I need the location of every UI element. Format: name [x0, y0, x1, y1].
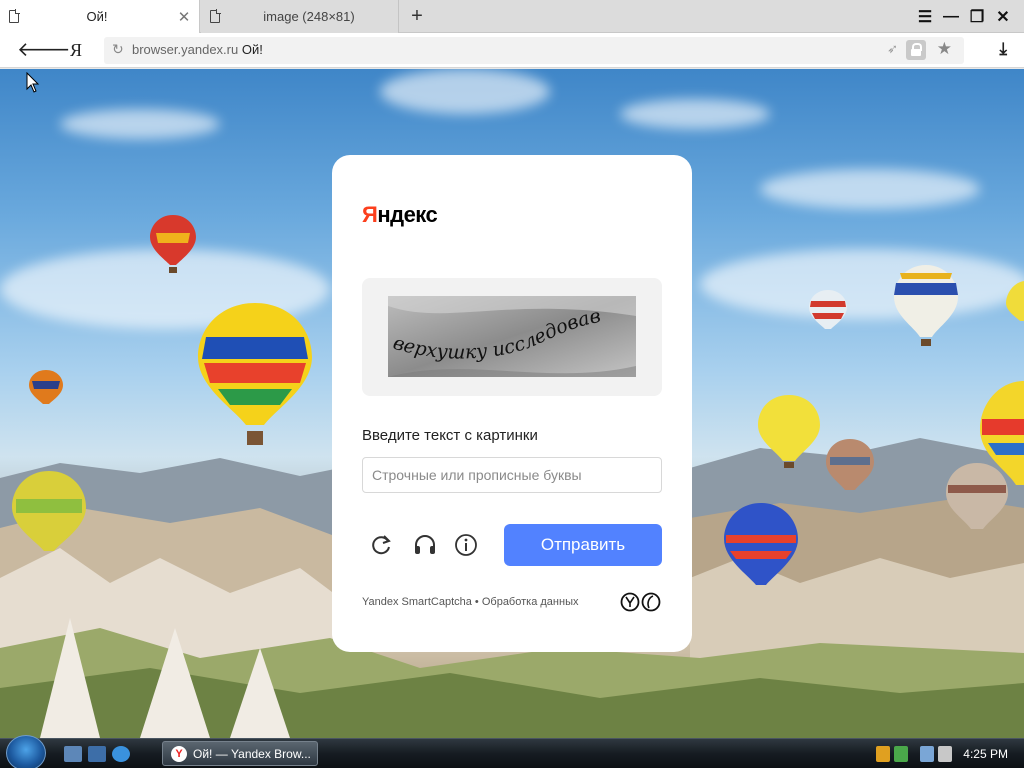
captcha-answer-input[interactable]	[362, 457, 662, 493]
captcha-prompt: Введите текст с картинки	[362, 427, 538, 444]
download-icon[interactable]: ⤓	[999, 39, 1007, 59]
info-icon[interactable]	[453, 532, 479, 558]
captcha-image: верхушку исследовав	[388, 296, 636, 377]
system-tray: 4:25 PM	[874, 739, 1024, 768]
system-clock[interactable]: 4:25 PM	[963, 747, 1008, 761]
balloon-illustration	[724, 503, 798, 585]
taskbar-browser-window[interactable]: Y Ой! — Yandex Brow...	[162, 741, 318, 766]
navigation-bar: 🡐 Я ↻ browser.yandex.ru Ой! ➶ ★ ⤓	[0, 33, 1024, 68]
balloon-illustration	[1006, 281, 1024, 321]
network-icon[interactable]	[920, 746, 934, 762]
tab-oops[interactable]: Ой! ✕	[0, 0, 200, 33]
submit-button[interactable]: Отправить	[504, 524, 662, 566]
tab-image[interactable]: image (248×81)	[201, 0, 399, 33]
reload-icon[interactable]: ↻	[112, 41, 124, 58]
balloon-illustration	[29, 370, 63, 404]
security-shield-icon[interactable]	[876, 746, 890, 762]
close-tab-icon[interactable]: ✕	[175, 8, 193, 26]
balloon-illustration	[826, 439, 874, 490]
menu-icon[interactable]: ☰	[912, 7, 938, 27]
mouse-cursor-icon	[26, 72, 40, 93]
balloon-illustration	[894, 265, 958, 346]
logo-first-letter: Я	[362, 202, 378, 227]
footer-separator: •	[474, 596, 479, 608]
address-text[interactable]: browser.yandex.ru Ой!	[132, 42, 263, 57]
new-tab-button[interactable]: +	[406, 5, 428, 27]
taskbar-window-title: Ой! — Yandex Brow...	[193, 746, 311, 761]
balloon-illustration	[150, 215, 196, 273]
captcha-image-container: верхушку исследовав	[362, 278, 662, 396]
document-icon	[210, 9, 221, 23]
switch-windows-icon[interactable]	[88, 746, 106, 762]
document-icon	[9, 9, 20, 23]
windows-update-icon[interactable]	[894, 746, 908, 762]
yandex-logo: Яндекс	[362, 202, 438, 228]
start-button[interactable]	[6, 735, 46, 768]
balloon-illustration	[758, 395, 820, 468]
close-window-button[interactable]: ✕	[990, 7, 1016, 27]
tab-strip: Ой! ✕ image (248×81) + ☰ — ❐ ✕	[0, 0, 1024, 33]
pin-icon[interactable]: ➶	[887, 41, 898, 57]
page-title-text: Ой!	[241, 42, 263, 57]
refresh-icon[interactable]	[369, 532, 395, 558]
yandex-button[interactable]: Я	[70, 40, 82, 61]
balloon-illustration	[980, 381, 1024, 485]
lock-icon[interactable]	[906, 40, 926, 60]
balloon-illustration	[12, 471, 86, 551]
restore-button[interactable]: ❐	[964, 7, 990, 27]
tab-title: Ой!	[86, 9, 108, 24]
captcha-image-svg: верхушку исследовав	[388, 296, 636, 377]
taskbar: Y Ой! — Yandex Brow... 4:25 PM	[0, 735, 1024, 768]
bookmark-star-icon[interactable]: ★	[937, 39, 952, 59]
volume-muted-icon[interactable]	[938, 746, 952, 762]
captcha-footer: Yandex SmartCaptcha • Обработка данных	[362, 596, 578, 608]
address-bar[interactable]: ↻ browser.yandex.ru Ой! ➶ ★	[104, 37, 964, 64]
captcha-card: Яндекс верхушку исследовав Введите текст…	[332, 155, 692, 652]
internet-explorer-icon[interactable]	[112, 746, 130, 762]
domain-text: browser.yandex.ru	[132, 42, 239, 57]
audio-icon[interactable]	[412, 532, 438, 558]
data-processing-link[interactable]: Обработка данных	[482, 596, 579, 608]
yandex-browser-icon: Y	[171, 745, 187, 762]
smartcaptcha-brand: Yandex SmartCaptcha	[362, 596, 472, 608]
back-button[interactable]: 🡐	[17, 39, 71, 61]
smartcaptcha-logo-icon	[620, 592, 661, 612]
window-controls: ☰ — ❐ ✕	[912, 0, 1016, 33]
minimize-button[interactable]: —	[938, 8, 964, 26]
balloon-illustration	[198, 303, 312, 445]
logo-rest: ндекс	[377, 202, 438, 227]
show-desktop-icon[interactable]	[64, 746, 82, 762]
balloon-illustration	[809, 290, 847, 329]
tab-title: image (248×81)	[263, 9, 355, 24]
